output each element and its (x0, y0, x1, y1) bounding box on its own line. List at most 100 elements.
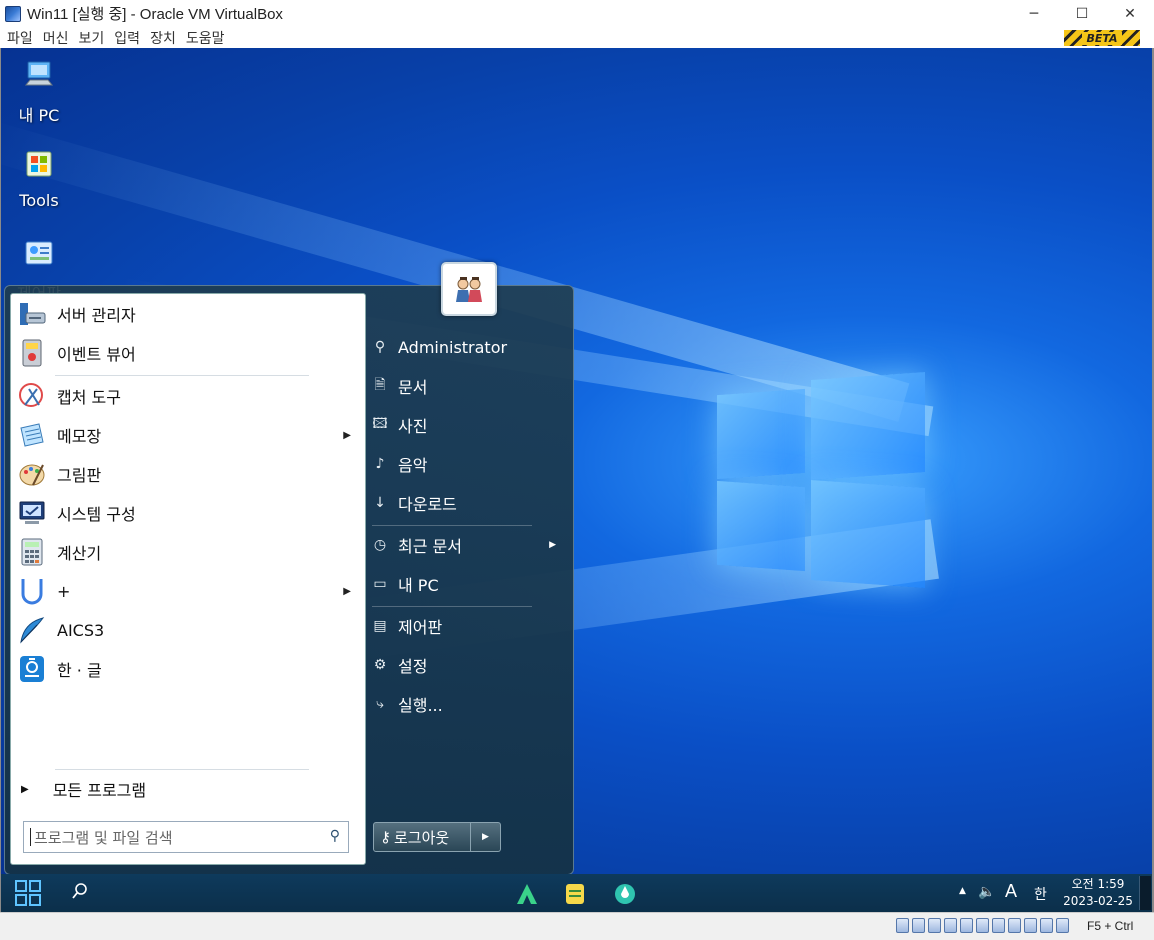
taskbar-app-globe[interactable] (613, 882, 637, 906)
submenu-arrow-icon: ▶ (549, 540, 556, 550)
start-button[interactable] (15, 880, 41, 906)
taskbar: ▲ 🔈 A 한 오전 1:59 2023-02-25 (1, 874, 1152, 912)
start-item-pictures[interactable]: 🖾 사진 (372, 410, 562, 440)
ime-mode-indicator[interactable]: 한 (1034, 884, 1047, 904)
menu-help[interactable]: 도움말 (186, 28, 225, 48)
start-item-documents[interactable]: 🗎 문서 (372, 371, 562, 401)
display-icon[interactable] (992, 918, 1005, 933)
program-paint[interactable]: 그림판 (17, 456, 357, 492)
magnet-icon (21, 579, 43, 605)
logout-group: ⚷ 로그아웃 ▶ (373, 822, 501, 852)
menu-machine[interactable]: 머신 (43, 28, 69, 48)
network-icon[interactable] (944, 918, 957, 933)
start-item-settings[interactable]: ⚙ 설정 (372, 650, 562, 680)
shared-folder-icon[interactable] (976, 918, 989, 933)
virtualbox-window: Win11 [실행 중] - Oracle VM VirtualBox ─ ☐ … (0, 0, 1154, 940)
mouse-integration-icon[interactable] (1040, 918, 1053, 933)
audio-icon[interactable] (928, 918, 941, 933)
program-aics3[interactable]: AICS3 (17, 612, 357, 648)
start-item-label: 제어판 (398, 618, 443, 637)
user-folder-icon: ⚲ (374, 339, 386, 355)
start-item-label: 다운로드 (398, 495, 457, 514)
virtualbox-icon (5, 5, 21, 22)
taskbar-app-notes[interactable] (563, 882, 587, 906)
program-server-manager[interactable]: 서버 관리자 (17, 296, 357, 332)
program-event-viewer[interactable]: 이벤트 뷰어 (17, 335, 357, 371)
recent-icon: ◷ (373, 537, 387, 553)
start-item-control-panel[interactable]: ▤ 제어판 (372, 611, 562, 641)
settings-gear-icon: ⚙ (373, 657, 387, 673)
menu-devices[interactable]: 장치 (150, 28, 176, 48)
recording-icon[interactable] (1008, 918, 1021, 933)
menu-view[interactable]: 보기 (79, 28, 105, 48)
search-icon (72, 883, 87, 899)
start-item-label: 사진 (398, 417, 428, 436)
program-label: 이벤트 뷰어 (57, 345, 136, 364)
optical-drive-icon[interactable] (912, 918, 925, 933)
all-programs-button[interactable]: ▶ 모든 프로그램 (21, 777, 146, 801)
program-snipping-tool[interactable]: 캡처 도구 (17, 378, 357, 414)
all-programs-label: 모든 프로그램 (52, 781, 147, 800)
shutdown-options-button[interactable]: ▶ (471, 822, 501, 852)
close-button[interactable]: ✕ (1106, 0, 1154, 27)
separator (55, 769, 309, 770)
maximize-button[interactable]: ☐ (1058, 0, 1106, 27)
user-avatar[interactable] (441, 262, 497, 316)
keyboard-capture-icon[interactable] (1056, 918, 1069, 933)
taskbar-clock[interactable]: 오전 1:59 2023-02-25 (1063, 876, 1133, 910)
logout-button[interactable]: ⚷ 로그아웃 (373, 822, 471, 852)
usb-icon[interactable] (960, 918, 973, 933)
start-item-recent-documents[interactable]: ◷ 최근 문서 ▶ (372, 530, 562, 560)
start-item-run[interactable]: ⤷ 실행... (372, 689, 562, 719)
start-item-administrator[interactable]: ⚲ Administrator (372, 332, 562, 362)
menu-bar: 파일 머신 보기 입력 장치 도움말 (0, 27, 1154, 48)
music-icon: ♪ (375, 456, 385, 472)
start-item-label: 문서 (398, 378, 428, 397)
windows-flag-icon (26, 151, 52, 177)
taskbar-search-button[interactable] (71, 882, 89, 905)
taskbar-app-launcher[interactable] (515, 882, 539, 906)
start-item-downloads[interactable]: ↓ 다운로드 (372, 488, 562, 518)
menu-input[interactable]: 입력 (114, 28, 140, 48)
search-icon: ⚲ (329, 828, 340, 844)
program-hangul[interactable]: 한 · 글 (17, 651, 357, 687)
start-search-input[interactable]: 프로그램 및 파일 검색 ⚲ (23, 821, 349, 853)
window-controls: ─ ☐ ✕ (1010, 0, 1154, 27)
clock-time: 오전 1:59 (1071, 877, 1125, 891)
download-icon: ↓ (374, 495, 386, 511)
server-manager-icon (20, 303, 46, 325)
program-label: + (57, 581, 71, 601)
program-label: 시스템 구성 (57, 505, 136, 524)
notepad-icon (20, 423, 44, 447)
program-calculator[interactable]: 계산기 (17, 534, 357, 570)
text-caret (30, 828, 31, 846)
sticky-notes-icon (566, 884, 584, 904)
desktop-icon-label: Tools (19, 191, 59, 210)
program-notepad[interactable]: 메모장 ▶ (17, 417, 357, 453)
minimize-button[interactable]: ─ (1010, 0, 1058, 27)
program-label: 서버 관리자 (57, 306, 136, 325)
ime-language-indicator[interactable]: A (1005, 881, 1017, 902)
beta-label: BETA (1082, 31, 1122, 45)
tray-overflow-button[interactable]: ▲ (959, 886, 966, 896)
hangul-icon (20, 656, 44, 682)
start-item-my-pc[interactable]: ▭ 내 PC (372, 569, 562, 599)
title-bar: Win11 [실행 중] - Oracle VM VirtualBox ─ ☐ … (0, 0, 1154, 27)
desktop-icon-tools[interactable]: Tools (1, 147, 77, 210)
program-plus[interactable]: + ▶ (17, 573, 357, 609)
volume-icon[interactable]: 🔈 (978, 884, 995, 900)
chevron-right-icon: ▶ (482, 832, 489, 842)
cpu-icon[interactable] (1024, 918, 1037, 933)
windows-logo-icon (15, 880, 27, 892)
logout-label: 로그아웃 (394, 828, 450, 847)
menu-file[interactable]: 파일 (7, 28, 33, 48)
separator (372, 525, 532, 526)
show-desktop-button[interactable] (1139, 876, 1151, 910)
desktop-icon-my-pc[interactable]: 내 PC (1, 58, 77, 126)
event-viewer-icon (22, 339, 42, 367)
separator (372, 606, 532, 607)
hard-disk-icon[interactable] (896, 918, 909, 933)
start-item-music[interactable]: ♪ 음악 (372, 449, 562, 479)
submenu-arrow-icon: ▶ (343, 585, 351, 597)
program-system-config[interactable]: 시스템 구성 (17, 495, 357, 531)
